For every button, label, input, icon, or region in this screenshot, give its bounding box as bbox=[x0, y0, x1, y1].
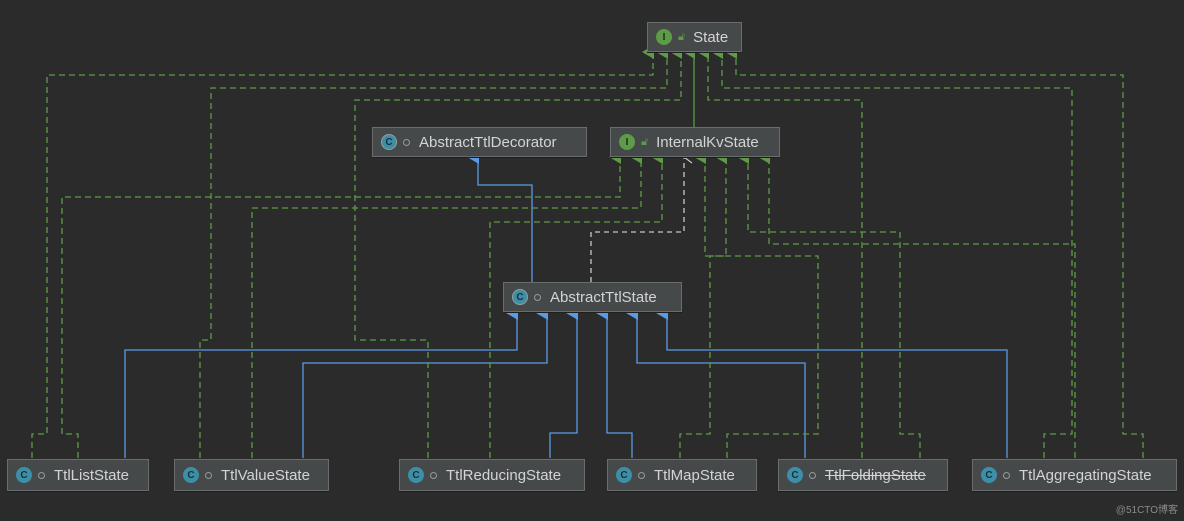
edge-map-internalkv-a bbox=[679, 150, 727, 458]
node-ttl-aggregating-state[interactable]: C TtlAggregatingState bbox=[972, 459, 1177, 491]
edge-abstractttl-internalkv bbox=[590, 150, 693, 282]
node-state[interactable]: I 🔓︎ State bbox=[647, 22, 742, 52]
node-label: TtlListState bbox=[54, 466, 130, 484]
node-ttl-value-state[interactable]: C TtlValueState bbox=[174, 459, 329, 491]
node-label: InternalKvState bbox=[656, 133, 759, 151]
node-label: AbstractTtlState bbox=[550, 288, 657, 306]
package-private-icon bbox=[205, 471, 212, 479]
edge-reducing-abstract bbox=[549, 306, 578, 458]
class-icon: C bbox=[183, 467, 199, 483]
node-abstract-ttl-decorator[interactable]: C AbstractTtlDecorator bbox=[372, 127, 587, 157]
unlock-icon: 🔓︎ bbox=[678, 30, 686, 43]
abstract-class-icon: C bbox=[381, 134, 397, 150]
node-label: State bbox=[693, 28, 729, 46]
edge-abstractttl-decorator bbox=[467, 150, 533, 282]
edge-aggregating-internalkv bbox=[758, 150, 1076, 458]
class-icon: C bbox=[787, 467, 803, 483]
edge-folding-abstract bbox=[626, 306, 806, 458]
node-ttl-map-state[interactable]: C TtlMapState bbox=[607, 459, 757, 491]
edge-aggregating-abstract bbox=[656, 306, 1008, 458]
node-label: TtlAggregatingState bbox=[1019, 466, 1152, 484]
edge-map-internalkv-b bbox=[694, 150, 819, 458]
edge-folding-state bbox=[697, 45, 863, 458]
edge-reducing-state bbox=[354, 45, 682, 458]
node-abstract-ttl-state[interactable]: C AbstractTtlState bbox=[503, 282, 682, 312]
edges-layer bbox=[31, 45, 1144, 458]
class-icon: C bbox=[408, 467, 424, 483]
node-ttl-list-state[interactable]: C TtlListState bbox=[7, 459, 149, 491]
class-icon: C bbox=[16, 467, 32, 483]
package-private-icon bbox=[638, 471, 645, 479]
node-label: TtlMapState bbox=[654, 466, 735, 484]
interface-icon: I bbox=[619, 134, 635, 150]
watermark: @51CTO博客 bbox=[1115, 505, 1178, 516]
node-ttl-reducing-state[interactable]: C TtlReducingState bbox=[399, 459, 585, 491]
abstract-class-icon: C bbox=[512, 289, 528, 305]
edge-aggregating-state-a bbox=[711, 45, 1073, 458]
unlock-icon: 🔓︎ bbox=[641, 135, 649, 148]
class-icon: C bbox=[981, 467, 997, 483]
node-label: TtlReducingState bbox=[446, 466, 562, 484]
edge-folding-internalkv bbox=[737, 150, 921, 458]
node-label: TtlFoldingState bbox=[825, 466, 926, 484]
edge-value-state bbox=[199, 45, 668, 458]
node-label: TtlValueState bbox=[221, 466, 310, 484]
package-private-icon bbox=[809, 471, 816, 479]
node-ttl-folding-state[interactable]: C TtlFoldingState bbox=[778, 459, 948, 491]
edge-aggregating-state-b bbox=[725, 45, 1144, 458]
edge-map-abstract bbox=[596, 306, 633, 458]
interface-icon: I bbox=[656, 29, 672, 45]
edge-list-abstract bbox=[124, 306, 518, 458]
class-icon: C bbox=[616, 467, 632, 483]
node-internal-kv-state[interactable]: I 🔓︎ InternalKvState bbox=[610, 127, 780, 157]
package-private-icon bbox=[403, 138, 410, 146]
package-private-icon bbox=[38, 471, 45, 479]
edge-value-abstract bbox=[302, 306, 548, 458]
package-private-icon bbox=[430, 471, 437, 479]
node-label: AbstractTtlDecorator bbox=[419, 133, 557, 151]
package-private-icon bbox=[1003, 471, 1010, 479]
package-private-icon bbox=[534, 293, 541, 301]
